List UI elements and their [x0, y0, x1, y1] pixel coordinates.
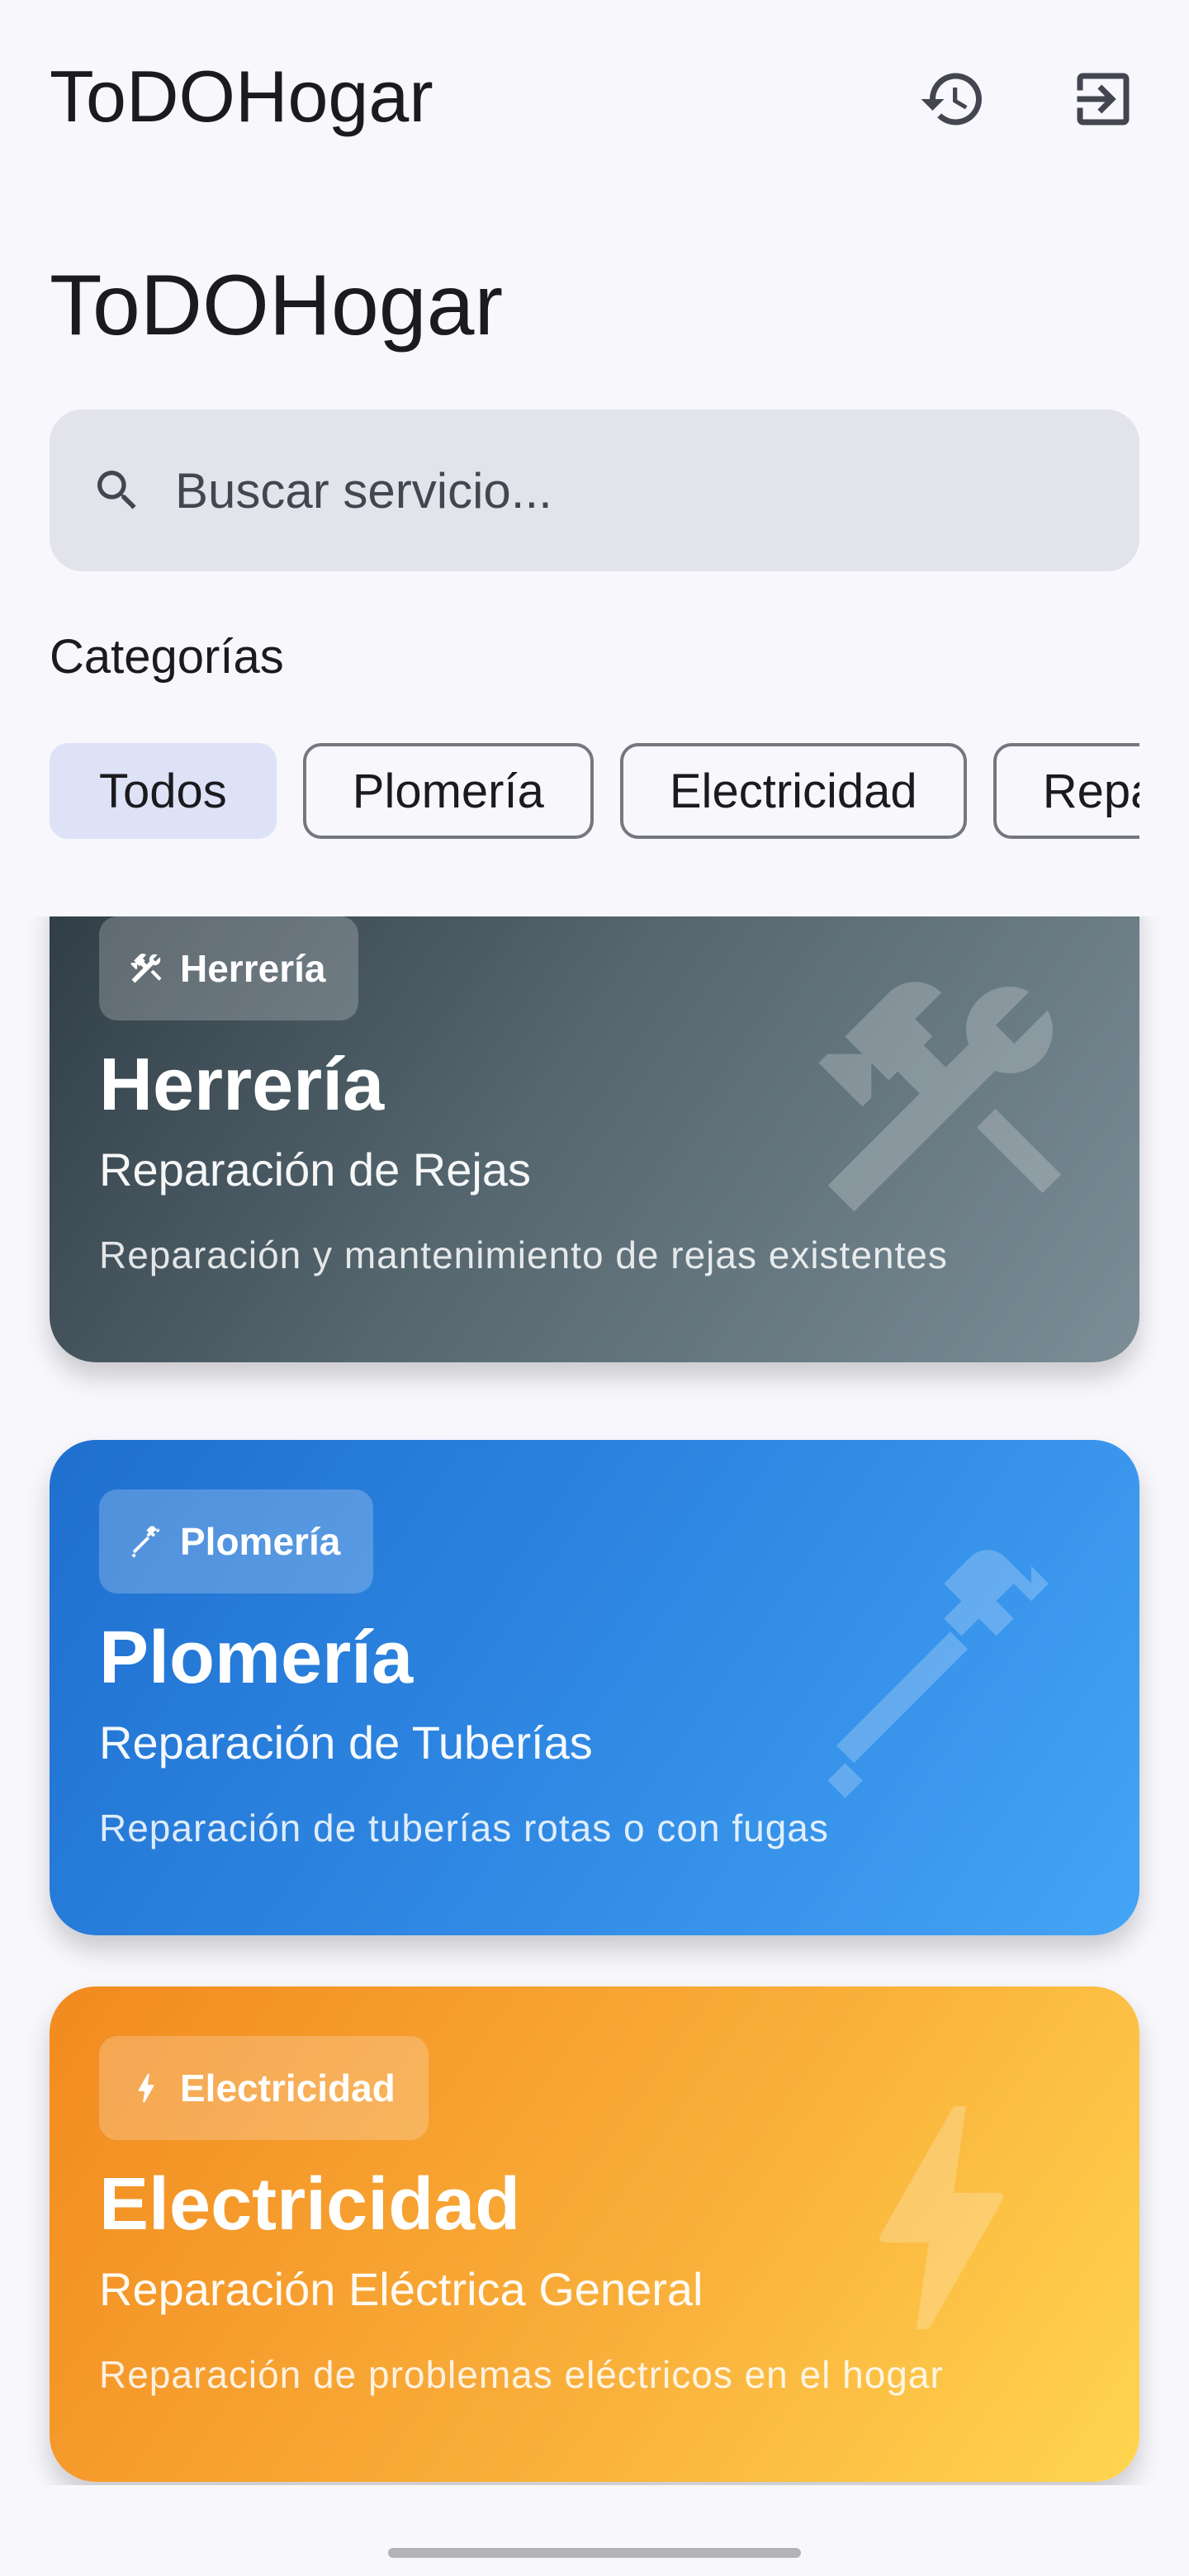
history-button[interactable]: [912, 58, 994, 140]
service-subtitle: Reparación Eléctrica General: [99, 2263, 703, 2315]
app-bar: ToDOHogar: [0, 0, 1189, 198]
category-badge-label: Electricidad: [180, 2067, 396, 2110]
search-bar[interactable]: [50, 410, 1139, 571]
logout-icon: [1077, 73, 1130, 125]
home-indicator[interactable]: [388, 2548, 801, 2558]
service-title: Electricidad: [99, 2163, 521, 2246]
service-card-plomeria[interactable]: Plomería Plomería Reparación de Tuberías…: [50, 1440, 1139, 1935]
category-chips[interactable]: Todos Plomería Electricidad Reparaciones: [50, 743, 1139, 845]
service-description: Reparación de tuberías rotas o con fugas: [99, 1807, 829, 1849]
app-screen: ToDOHogar ToDOHogar Categorías Todos Plo…: [0, 0, 1189, 2576]
tools-icon: [130, 954, 162, 983]
service-title: Plomería: [99, 1617, 414, 1699]
chip-plomeria[interactable]: Plomería: [302, 743, 594, 839]
categories-label: Categorías: [50, 630, 284, 684]
plumbing-icon: [131, 1526, 160, 1558]
service-card-electricidad[interactable]: Electricidad Electricidad Reparación Elé…: [50, 1986, 1139, 2482]
chip-todos[interactable]: Todos: [50, 743, 277, 839]
category-badge: Plomería: [99, 1489, 374, 1593]
service-subtitle: Reparación de Rejas: [99, 1144, 531, 1196]
service-list[interactable]: Herrería Herrería Reparación de Rejas Re…: [0, 916, 1189, 2485]
service-subtitle: Reparación de Tuberías: [99, 1717, 593, 1769]
chip-electricidad[interactable]: Electricidad: [619, 743, 967, 839]
tools-icon: [818, 982, 1062, 1212]
logout-button[interactable]: [1062, 58, 1144, 140]
service-title: Herrería: [99, 1044, 385, 1126]
bolt-icon: [138, 2073, 154, 2103]
plumbing-icon: [827, 1550, 1049, 1798]
bolt-icon: [879, 2106, 1004, 2329]
service-description: Reparación de problemas eléctricos en el…: [99, 2353, 944, 2396]
service-description: Reparación y mantenimiento de rejas exis…: [99, 1234, 948, 1276]
search-icon: [97, 471, 136, 509]
chip-reparaciones[interactable]: Reparaciones: [992, 743, 1139, 839]
app-bar-title: ToDOHogar: [50, 55, 433, 137]
search-input[interactable]: [173, 461, 1085, 520]
page-title: ToDOHogar: [50, 258, 504, 353]
category-badge: Herrería: [99, 916, 359, 1020]
service-card-herreria[interactable]: Herrería Herrería Reparación de Rejas Re…: [50, 916, 1139, 1362]
history-icon: [921, 73, 982, 125]
category-badge-label: Herrería: [180, 947, 326, 990]
category-badge-label: Plomería: [180, 1520, 341, 1563]
category-badge: Electricidad: [99, 2036, 429, 2140]
